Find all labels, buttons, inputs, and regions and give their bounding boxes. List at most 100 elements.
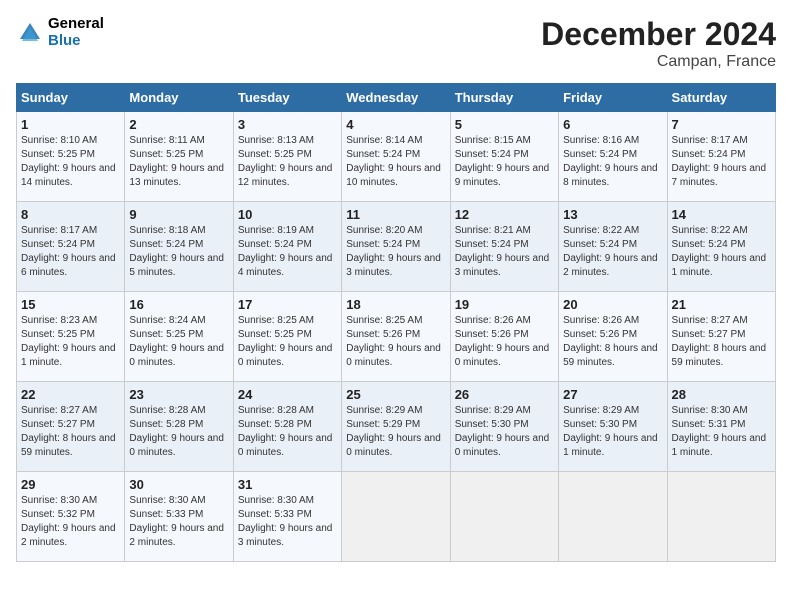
calendar-cell: 25 Sunrise: 8:29 AMSunset: 5:29 PMDayligh…	[342, 382, 450, 472]
calendar-week-row: 1Sunrise: 8:10 AMSunset: 5:25 PMDaylight…	[17, 112, 776, 202]
header-saturday: Saturday	[667, 84, 775, 112]
cell-info: Sunrise: 8:13 AMSunset: 5:25 PMDaylight:…	[238, 134, 337, 190]
cell-info: Sunrise: 8:30 AMSunset: 5:33 PMDaylight:…	[129, 494, 228, 550]
calendar-cell: 6 Sunrise: 8:16 AMSunset: 5:24 PMDaylight…	[559, 112, 667, 202]
cell-info: Sunrise: 8:25 AMSunset: 5:25 PMDaylight:…	[238, 314, 337, 370]
calendar-cell: 18 Sunrise: 8:25 AMSunset: 5:26 PMDayligh…	[342, 292, 450, 382]
cell-info: Sunrise: 8:29 AMSunset: 5:29 PMDaylight:…	[346, 404, 445, 460]
calendar-cell: 4 Sunrise: 8:14 AMSunset: 5:24 PMDaylight…	[342, 112, 450, 202]
month-year: December 2024	[541, 16, 776, 53]
calendar-cell: 10 Sunrise: 8:19 AMSunset: 5:24 PMDayligh…	[233, 202, 341, 292]
cell-info: Sunrise: 8:28 AMSunset: 5:28 PMDaylight:…	[129, 404, 228, 460]
day-number: 10	[238, 207, 337, 222]
day-number: 21	[672, 297, 771, 312]
day-number: 25	[346, 387, 445, 402]
calendar-cell: 9 Sunrise: 8:18 AMSunset: 5:24 PMDaylight…	[125, 202, 233, 292]
cell-info: Sunrise: 8:29 AMSunset: 5:30 PMDaylight:…	[563, 404, 662, 460]
cell-info: Sunrise: 8:26 AMSunset: 5:26 PMDaylight:…	[563, 314, 662, 370]
header-sunday: Sunday	[17, 84, 125, 112]
cell-info: Sunrise: 8:25 AMSunset: 5:26 PMDaylight:…	[346, 314, 445, 370]
calendar-cell: 15Sunrise: 8:23 AMSunset: 5:25 PMDayligh…	[17, 292, 125, 382]
calendar-cell: 16Sunrise: 8:24 AMSunset: 5:25 PMDayligh…	[125, 292, 233, 382]
cell-info: Sunrise: 8:20 AMSunset: 5:24 PMDaylight:…	[346, 224, 445, 280]
calendar-cell	[342, 472, 450, 562]
day-number: 22	[21, 387, 120, 402]
calendar-cell: 29 Sunrise: 8:30 AMSunset: 5:32 PMDayligh…	[17, 472, 125, 562]
day-number: 15	[21, 297, 120, 312]
calendar-cell: 24Sunrise: 8:28 AMSunset: 5:28 PMDayligh…	[233, 382, 341, 472]
day-number: 17	[238, 297, 337, 312]
day-number: 19	[455, 297, 554, 312]
day-number: 8	[21, 207, 120, 222]
day-number: 24	[238, 387, 337, 402]
calendar-week-row: 29 Sunrise: 8:30 AMSunset: 5:32 PMDayligh…	[17, 472, 776, 562]
cell-info: Sunrise: 8:30 AMSunset: 5:31 PMDaylight:…	[672, 404, 771, 460]
calendar-cell: 1Sunrise: 8:10 AMSunset: 5:25 PMDaylight…	[17, 112, 125, 202]
day-number: 2	[129, 117, 228, 132]
header: General Blue December 2024 Campan, Franc…	[16, 16, 776, 71]
header-thursday: Thursday	[450, 84, 558, 112]
cell-info: Sunrise: 8:27 AMSunset: 5:27 PMDaylight:…	[672, 314, 771, 370]
cell-info: Sunrise: 8:16 AMSunset: 5:24 PMDaylight:…	[563, 134, 662, 190]
calendar-cell: 28Sunrise: 8:30 AMSunset: 5:31 PMDayligh…	[667, 382, 775, 472]
calendar-cell: 30 Sunrise: 8:30 AMSunset: 5:33 PMDayligh…	[125, 472, 233, 562]
day-number: 26	[455, 387, 554, 402]
cell-info: Sunrise: 8:24 AMSunset: 5:25 PMDaylight:…	[129, 314, 228, 370]
calendar-cell: 22Sunrise: 8:27 AMSunset: 5:27 PMDayligh…	[17, 382, 125, 472]
cell-info: Sunrise: 8:17 AMSunset: 5:24 PMDaylight:…	[21, 224, 120, 280]
cell-info: Sunrise: 8:10 AMSunset: 5:25 PMDaylight:…	[21, 134, 120, 190]
cell-info: Sunrise: 8:19 AMSunset: 5:24 PMDaylight:…	[238, 224, 337, 280]
day-number: 5	[455, 117, 554, 132]
day-number: 18	[346, 297, 445, 312]
cell-info: Sunrise: 8:30 AMSunset: 5:33 PMDaylight:…	[238, 494, 337, 550]
calendar-cell: 2 Sunrise: 8:11 AMSunset: 5:25 PMDaylight…	[125, 112, 233, 202]
day-number: 7	[672, 117, 771, 132]
day-number: 23	[129, 387, 228, 402]
logo-text: General Blue	[48, 16, 104, 49]
day-number: 6	[563, 117, 662, 132]
calendar-cell: 19 Sunrise: 8:26 AMSunset: 5:26 PMDayligh…	[450, 292, 558, 382]
cell-info: Sunrise: 8:14 AMSunset: 5:24 PMDaylight:…	[346, 134, 445, 190]
calendar-cell: 13 Sunrise: 8:22 AMSunset: 5:24 PMDayligh…	[559, 202, 667, 292]
day-number: 20	[563, 297, 662, 312]
cell-info: Sunrise: 8:26 AMSunset: 5:26 PMDaylight:…	[455, 314, 554, 370]
cell-info: Sunrise: 8:17 AMSunset: 5:24 PMDaylight:…	[672, 134, 771, 190]
calendar-week-row: 8 Sunrise: 8:17 AMSunset: 5:24 PMDaylight…	[17, 202, 776, 292]
calendar-cell	[667, 472, 775, 562]
cell-info: Sunrise: 8:15 AMSunset: 5:24 PMDaylight:…	[455, 134, 554, 190]
day-number: 29	[21, 477, 120, 492]
calendar-cell: 23 Sunrise: 8:28 AMSunset: 5:28 PMDayligh…	[125, 382, 233, 472]
calendar-cell	[559, 472, 667, 562]
day-number: 27	[563, 387, 662, 402]
day-number: 11	[346, 207, 445, 222]
calendar-cell	[450, 472, 558, 562]
cell-info: Sunrise: 8:11 AMSunset: 5:25 PMDaylight:…	[129, 134, 228, 190]
calendar-cell: 14 Sunrise: 8:22 AMSunset: 5:24 PMDayligh…	[667, 202, 775, 292]
day-number: 14	[672, 207, 771, 222]
cell-info: Sunrise: 8:29 AMSunset: 5:30 PMDaylight:…	[455, 404, 554, 460]
calendar-cell: 5 Sunrise: 8:15 AMSunset: 5:24 PMDaylight…	[450, 112, 558, 202]
calendar-cell: 27 Sunrise: 8:29 AMSunset: 5:30 PMDayligh…	[559, 382, 667, 472]
day-number: 31	[238, 477, 337, 492]
day-number: 30	[129, 477, 228, 492]
cell-info: Sunrise: 8:18 AMSunset: 5:24 PMDaylight:…	[129, 224, 228, 280]
calendar-cell: 7 Sunrise: 8:17 AMSunset: 5:24 PMDaylight…	[667, 112, 775, 202]
header-tuesday: Tuesday	[233, 84, 341, 112]
day-number: 4	[346, 117, 445, 132]
day-number: 13	[563, 207, 662, 222]
calendar-cell: 20 Sunrise: 8:26 AMSunset: 5:26 PMDayligh…	[559, 292, 667, 382]
calendar-cell: 17 Sunrise: 8:25 AMSunset: 5:25 PMDayligh…	[233, 292, 341, 382]
cell-info: Sunrise: 8:21 AMSunset: 5:24 PMDaylight:…	[455, 224, 554, 280]
day-number: 9	[129, 207, 228, 222]
day-number: 12	[455, 207, 554, 222]
calendar-table: Sunday Monday Tuesday Wednesday Thursday…	[16, 83, 776, 562]
cell-info: Sunrise: 8:22 AMSunset: 5:24 PMDaylight:…	[672, 224, 771, 280]
header-friday: Friday	[559, 84, 667, 112]
cell-info: Sunrise: 8:22 AMSunset: 5:24 PMDaylight:…	[563, 224, 662, 280]
cell-info: Sunrise: 8:30 AMSunset: 5:32 PMDaylight:…	[21, 494, 120, 550]
logo: General Blue	[16, 16, 104, 49]
header-wednesday: Wednesday	[342, 84, 450, 112]
calendar-week-row: 22Sunrise: 8:27 AMSunset: 5:27 PMDayligh…	[17, 382, 776, 472]
calendar-cell: 21 Sunrise: 8:27 AMSunset: 5:27 PMDayligh…	[667, 292, 775, 382]
calendar-header-row: Sunday Monday Tuesday Wednesday Thursday…	[17, 84, 776, 112]
